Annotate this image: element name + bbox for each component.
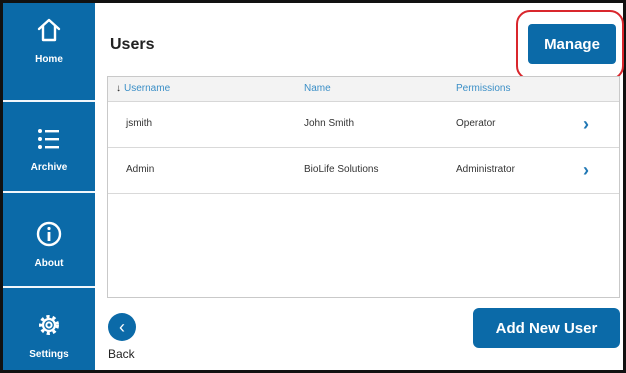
sidebar-item-about[interactable]: About	[3, 219, 95, 269]
chevron-right-icon[interactable]: ›	[583, 160, 589, 181]
info-icon	[3, 219, 95, 254]
sidebar-item-label: Settings	[29, 349, 69, 360]
back-label: Back	[108, 347, 135, 361]
sort-arrow-icon[interactable]: ↓	[116, 83, 121, 94]
gear-icon	[3, 310, 95, 345]
table-row[interactable]: jsmith John Smith Operator ›	[108, 102, 619, 148]
add-new-user-button[interactable]: Add New User	[473, 308, 620, 348]
back-button[interactable]: ‹	[108, 313, 136, 341]
sidebar-item-archive[interactable]: Archive	[3, 125, 95, 173]
sidebar-divider	[3, 286, 95, 288]
sidebar-item-label: Archive	[30, 162, 68, 173]
chevron-left-icon: ‹	[119, 317, 125, 337]
cell-username: jsmith	[126, 118, 153, 129]
sidebar-item-label: Home	[35, 54, 63, 65]
cell-permissions: Administrator	[456, 164, 515, 175]
column-header-name[interactable]: Name	[304, 83, 331, 94]
table-row[interactable]: Admin BioLife Solutions Administrator ›	[108, 148, 619, 194]
sidebar-item-settings[interactable]: Settings	[3, 310, 95, 360]
page-title: Users	[110, 36, 155, 53]
cell-username: Admin	[126, 164, 155, 175]
list-icon	[3, 125, 95, 158]
users-table: ↓ Username Name Permissions jsmith John …	[107, 76, 620, 298]
sidebar-divider	[3, 191, 95, 193]
home-icon	[3, 15, 95, 50]
sidebar-item-label: About	[34, 258, 64, 269]
sidebar-divider	[3, 100, 95, 102]
column-header-permissions[interactable]: Permissions	[456, 83, 510, 94]
sidebar-item-home[interactable]: Home	[3, 15, 95, 65]
manage-button[interactable]: Manage	[528, 24, 616, 64]
cell-permissions: Operator	[456, 118, 496, 129]
cell-name: BioLife Solutions	[304, 164, 379, 175]
sidebar: Home Archive About Settings	[3, 3, 95, 370]
chevron-right-icon[interactable]: ›	[583, 114, 589, 135]
column-header-username[interactable]: Username	[124, 83, 170, 94]
cell-name: John Smith	[304, 118, 355, 129]
table-header: ↓ Username Name Permissions	[108, 77, 619, 102]
